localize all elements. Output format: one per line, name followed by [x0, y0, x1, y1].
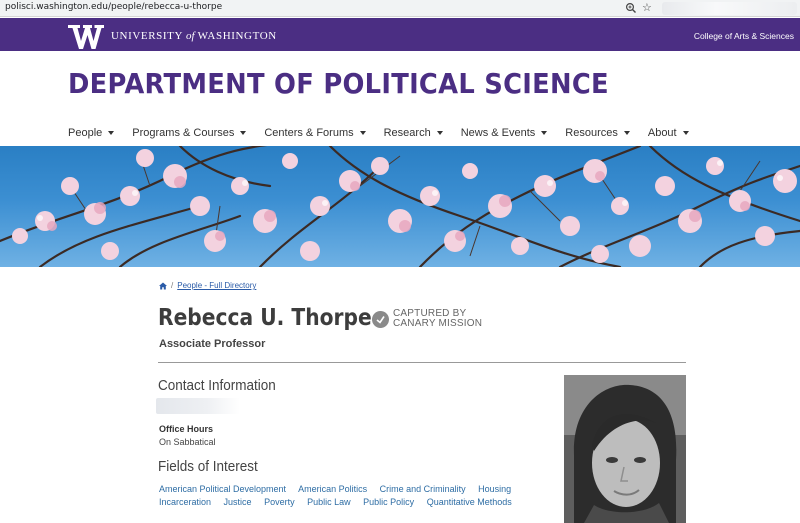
caret-down-icon: [623, 131, 630, 135]
address-url[interactable]: polisci.washington.edu/people/rebecca-u-…: [5, 2, 222, 12]
w-logo-icon[interactable]: [68, 25, 104, 49]
stamp-text: CAPTURED BY CANARY MISSION: [393, 309, 482, 329]
nav-label: About: [647, 127, 677, 139]
breadcrumb-link-people-directory[interactable]: People - Full Directory: [177, 281, 256, 290]
field-link[interactable]: American Politics: [298, 484, 367, 494]
canary-mission-stamp: CAPTURED BY CANARY MISSION: [372, 309, 482, 329]
home-icon[interactable]: [159, 282, 167, 290]
nav-label: Programs & Courses: [132, 127, 235, 139]
zoom-icon[interactable]: [625, 1, 637, 15]
caret-down-icon: [359, 131, 366, 135]
caret-down-icon: [541, 131, 548, 135]
field-link[interactable]: Poverty: [264, 497, 295, 507]
uw-header-bar: UNIVERSITY of WASHINGTON College of Arts…: [0, 18, 800, 51]
redacted-contact-info: [156, 398, 240, 414]
hero-banner-cherry-blossoms: [0, 146, 800, 267]
wordmark-washington: WASHINGTON: [197, 30, 277, 42]
stamp-line-2: CANARY MISSION: [393, 318, 483, 329]
nav-item-centers-forums[interactable]: Centers & Forums: [264, 125, 366, 141]
field-link[interactable]: Justice: [224, 497, 252, 507]
fields-of-interest-list: American Political Development American …: [159, 483, 559, 509]
nav-item-about[interactable]: About: [648, 125, 689, 141]
university-wordmark[interactable]: UNIVERSITY of WASHINGTON: [111, 30, 277, 42]
department-title[interactable]: DEPARTMENT OF POLITICAL SCIENCE: [68, 67, 609, 100]
office-hours-label: Office Hours: [159, 424, 214, 434]
caret-down-icon: [682, 131, 689, 135]
nav-item-news-events[interactable]: News & Events: [461, 125, 548, 141]
nav-item-programs-courses[interactable]: Programs & Courses: [132, 125, 247, 141]
field-link[interactable]: Public Policy: [363, 497, 414, 507]
browser-address-bar[interactable]: polisci.washington.edu/people/rebecca-u-…: [0, 0, 800, 17]
profile-name: Rebecca U. Thorpe: [158, 305, 372, 331]
portrait-illustration: [564, 375, 686, 523]
college-link[interactable]: College of Arts & Sciences: [694, 31, 794, 41]
nav-item-people[interactable]: People: [68, 125, 115, 141]
field-link[interactable]: Public Law: [307, 497, 351, 507]
caret-down-icon: [436, 131, 443, 135]
field-link[interactable]: American Political Development: [159, 484, 286, 494]
main-nav: People Programs & Courses Centers & Foru…: [68, 125, 707, 141]
blurred-toolbar-area: [662, 2, 797, 15]
stamp-seal-icon: [372, 310, 389, 328]
office-hours-value: On Sabbatical: [159, 437, 216, 447]
nav-label: Centers & Forums: [264, 127, 354, 139]
cherry-blossom-illustration: [0, 146, 800, 267]
nav-label: Resources: [565, 127, 618, 139]
star-icon[interactable]: ☆: [642, 0, 652, 16]
nav-label: News & Events: [460, 127, 536, 139]
caret-down-icon: [240, 131, 247, 135]
field-link[interactable]: Incarceration: [159, 497, 211, 507]
breadcrumb: / People - Full Directory: [159, 281, 256, 290]
divider: [158, 362, 686, 363]
caret-down-icon: [108, 131, 115, 135]
fields-heading: Fields of Interest: [158, 458, 258, 475]
nav-label: People: [68, 127, 103, 139]
breadcrumb-separator: /: [171, 281, 174, 290]
wordmark-of: of: [185, 30, 195, 42]
nav-item-research[interactable]: Research: [384, 125, 443, 141]
nav-item-resources[interactable]: Resources: [565, 125, 630, 141]
field-link[interactable]: Crime and Criminality: [380, 484, 466, 494]
profile-title: Associate Professor: [159, 338, 266, 350]
field-link[interactable]: Quantitative Methods: [427, 497, 512, 507]
wordmark-university: UNIVERSITY: [111, 30, 183, 42]
nav-label: Research: [383, 127, 431, 139]
profile-photo: [564, 375, 686, 523]
field-link[interactable]: Housing: [478, 484, 511, 494]
contact-heading: Contact Information: [158, 377, 276, 394]
